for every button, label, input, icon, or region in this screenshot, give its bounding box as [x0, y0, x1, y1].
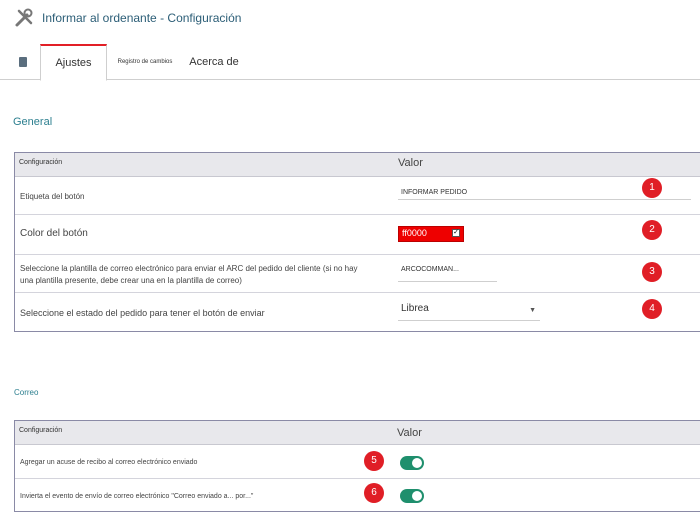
color-value: ff0000: [402, 228, 427, 238]
color-checkbox-icon[interactable]: ✓: [452, 229, 460, 237]
email-template-value: ARCOCOMMAN...: [401, 266, 459, 273]
order-status-value: Librea: [401, 303, 429, 314]
column-header-configuracion: Configuración: [19, 159, 63, 166]
row-label-acuse: Agregar un acuse de recibo al correo ele…: [20, 459, 198, 466]
invert-event-toggle[interactable]: [400, 489, 424, 503]
toggle-knob: [412, 491, 422, 501]
page-header: Informar al ordenante - Configuración: [0, 0, 700, 36]
tab-acerca-de[interactable]: Acerca de: [186, 44, 242, 80]
general-settings-table: Configuración Valor Etiqueta del botón I…: [14, 152, 700, 332]
annotation-badge-5: 5: [364, 451, 384, 471]
table-row: Agregar un acuse de recibo al correo ele…: [15, 445, 700, 479]
annotation-badge-2: 2: [642, 220, 662, 240]
tab-bar: Ajustes Registro de cambios Acerca de: [0, 44, 700, 81]
table-header: Configuración Valor: [15, 153, 700, 177]
table-row: Etiqueta del botón INFORMAR PEDIDO: [15, 177, 700, 215]
row-label-plantilla: Seleccione la plantilla de correo electr…: [20, 264, 358, 285]
column-header-valor: Valor: [397, 427, 422, 439]
order-status-select[interactable]: Librea ▼: [398, 303, 540, 321]
section-title-general: General: [13, 116, 53, 128]
tab-registro-de-cambios[interactable]: Registro de cambios: [112, 44, 178, 80]
mail-settings-table: Configuración Valor Agregar un acuse de …: [14, 420, 700, 512]
toggle-knob: [412, 458, 422, 468]
tools-icon: [15, 8, 33, 27]
row-label-color: Color del botón: [20, 228, 88, 239]
table-row: Invierta el evento de envío de correo el…: [15, 479, 700, 513]
chevron-down-icon: ▼: [529, 307, 536, 314]
acknowledgment-toggle[interactable]: [400, 456, 424, 470]
table-header: Configuración Valor: [15, 421, 700, 445]
table-row: Seleccione el estado del pedido para ten…: [15, 293, 700, 333]
button-color-field[interactable]: ff0000 ✓: [398, 226, 464, 242]
section-title-correo: Correo: [14, 388, 39, 397]
column-header-valor: Valor: [398, 157, 423, 169]
table-row: Seleccione la plantilla de correo electr…: [15, 255, 700, 293]
table-row: Color del botón ff0000 ✓: [15, 215, 700, 255]
row-label-etiqueta: Etiqueta del botón: [20, 192, 85, 201]
row-label-invertir: Invierta el evento de envío de correo el…: [20, 493, 254, 500]
annotation-badge-3: 3: [642, 262, 662, 282]
annotation-badge-1: 1: [642, 178, 662, 198]
page-title: Informar al ordenante - Configuración: [42, 11, 242, 25]
email-template-select[interactable]: ARCOCOMMAN...: [398, 266, 497, 282]
tab-ajustes[interactable]: Ajustes: [40, 44, 107, 81]
annotation-badge-4: 4: [642, 299, 662, 319]
book-icon[interactable]: [19, 57, 27, 67]
annotation-badge-6: 6: [364, 483, 384, 503]
column-header-configuracion: Configuración: [19, 427, 63, 434]
row-label-estado: Seleccione el estado del pedido para ten…: [20, 308, 265, 318]
